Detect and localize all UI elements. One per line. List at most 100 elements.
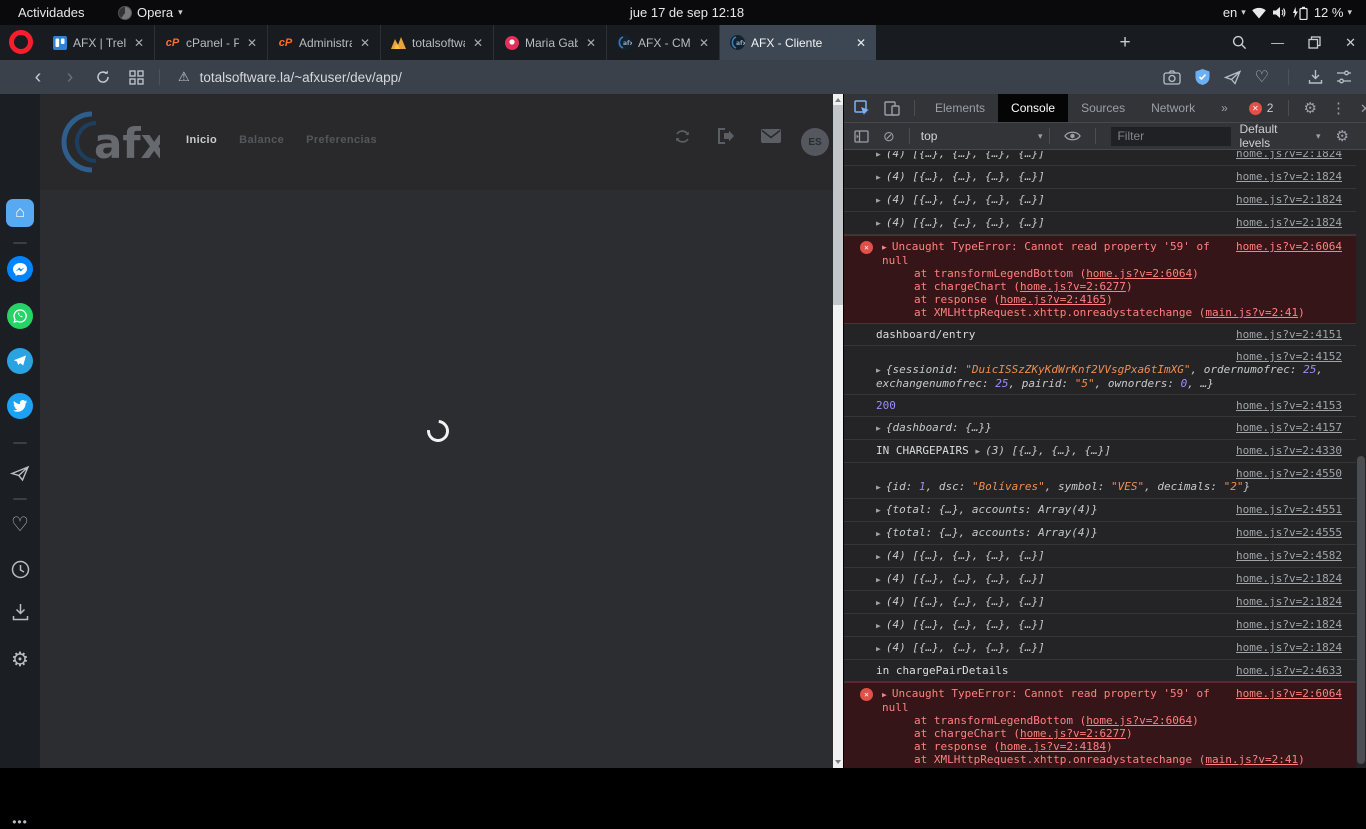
browser-tab[interactable]: cPcPanel - Principa✕: [155, 25, 268, 60]
settings-gear-icon[interactable]: ⚙: [11, 650, 29, 670]
clock[interactable]: jue 17 de sep 12:18: [612, 0, 762, 25]
source-location-link[interactable]: home.js?v=2:4153: [1236, 399, 1342, 412]
opera-app-menu[interactable]: Opera ▾: [118, 0, 183, 25]
source-location-link[interactable]: home.js?v=2:4152: [1236, 350, 1342, 363]
expand-caret-icon[interactable]: ▶: [876, 423, 881, 435]
minimize-button[interactable]: —: [1271, 35, 1284, 50]
device-toolbar-icon[interactable]: [877, 101, 907, 116]
console-sidebar-icon[interactable]: [844, 130, 876, 143]
sidebar-item-history[interactable]: [0, 560, 40, 579]
browser-tab[interactable]: cPAdministrador d✕: [268, 25, 381, 60]
source-location-link[interactable]: home.js?v=2:6064: [1086, 714, 1192, 727]
site-warning-icon[interactable]: ⚠: [178, 69, 190, 85]
expand-caret-icon[interactable]: ▶: [882, 689, 887, 701]
system-tray[interactable]: en ▾ 12 % ▾: [1223, 0, 1352, 25]
source-location-link[interactable]: home.js?v=2:1824: [1236, 618, 1342, 631]
devtools-tab-sources[interactable]: Sources: [1068, 94, 1138, 122]
scroll-down-arrow[interactable]: [835, 760, 841, 764]
console-filter-input[interactable]: [1111, 127, 1231, 146]
site-nav-balance[interactable]: Balance: [239, 134, 284, 146]
source-location-link[interactable]: main.js?v=2:41: [1205, 306, 1298, 319]
sidebar-item-bookmarks[interactable]: ♡: [0, 515, 40, 535]
avatar-language-badge[interactable]: ES: [801, 128, 829, 156]
source-location-link[interactable]: home.js?v=2:1824: [1236, 216, 1342, 229]
expand-caret-icon[interactable]: ▶: [876, 172, 881, 184]
source-location-link[interactable]: home.js?v=2:1824: [1236, 641, 1342, 654]
expand-caret-icon[interactable]: ▶: [975, 446, 980, 458]
activities-button[interactable]: Actividades: [18, 0, 84, 25]
easy-setup-tune-icon[interactable]: [1336, 70, 1352, 84]
sidebar-item-telegram[interactable]: [0, 348, 40, 374]
more-tabs-button[interactable]: »: [1208, 94, 1241, 122]
sidebar-more-icon[interactable]: •••: [12, 816, 28, 828]
expand-caret-icon[interactable]: ▶: [876, 528, 881, 540]
telegram-icon[interactable]: [7, 348, 33, 374]
source-location-link[interactable]: home.js?v=2:1824: [1236, 193, 1342, 206]
reload-button[interactable]: [86, 69, 120, 85]
tab-close-icon[interactable]: ✕: [854, 36, 868, 50]
execution-context-selector[interactable]: top ▾: [917, 129, 1043, 143]
sidebar-item-my-flow[interactable]: [0, 465, 40, 482]
source-location-link[interactable]: main.js?v=2:41: [1205, 753, 1298, 766]
sidebar-item-ellipsis[interactable]: •••: [0, 816, 40, 828]
tab-close-icon[interactable]: ✕: [358, 36, 372, 50]
source-location-link[interactable]: home.js?v=2:4157: [1236, 421, 1342, 434]
error-count-badge[interactable]: ✕ 2: [1241, 101, 1282, 115]
source-location-link[interactable]: home.js?v=2:6064: [1236, 687, 1342, 701]
language-indicator[interactable]: en ▾: [1223, 5, 1246, 20]
source-location-link[interactable]: home.js?v=2:1824: [1236, 572, 1342, 585]
sidebar-item-speed-dial[interactable]: ⌂: [0, 199, 40, 227]
messenger-icon[interactable]: [7, 256, 33, 282]
logout-icon[interactable]: [717, 128, 735, 144]
live-expression-eye-icon[interactable]: [1057, 130, 1088, 142]
page-scrollbar[interactable]: [833, 94, 843, 768]
expand-caret-icon[interactable]: ▶: [876, 597, 881, 609]
site-nav-preferencias[interactable]: Preferencias: [306, 134, 377, 146]
source-location-link[interactable]: home.js?v=2:4555: [1236, 526, 1342, 539]
my-flow-icon[interactable]: [10, 465, 30, 482]
console-scrollbar-thumb[interactable]: [1357, 456, 1365, 764]
source-location-link[interactable]: home.js?v=2:4551: [1236, 503, 1342, 516]
source-location-link[interactable]: home.js?v=2:4550: [1236, 467, 1342, 480]
twitter-icon[interactable]: [7, 393, 33, 419]
browser-tab[interactable]: afxAFX - CMS✕: [607, 25, 720, 60]
source-location-link[interactable]: home.js?v=2:1824: [1236, 151, 1342, 160]
sidebar-item-twitter[interactable]: [0, 393, 40, 419]
scroll-up-arrow[interactable]: [835, 98, 841, 102]
history-clock-icon[interactable]: [11, 560, 30, 579]
source-location-link[interactable]: home.js?v=2:6064: [1086, 267, 1192, 280]
source-location-link[interactable]: home.js?v=2:1824: [1236, 170, 1342, 183]
downloads-icon[interactable]: [12, 603, 29, 621]
source-location-link[interactable]: home.js?v=2:4151: [1236, 328, 1342, 341]
sidebar-item-downloads[interactable]: [0, 603, 40, 621]
devtools-menu-icon[interactable]: ⋮: [1324, 101, 1353, 116]
tab-close-icon[interactable]: ✕: [471, 36, 485, 50]
source-location-link[interactable]: home.js?v=2:4582: [1236, 549, 1342, 562]
console-settings-icon[interactable]: ⚙: [1329, 129, 1356, 144]
url-text[interactable]: totalsoftware.la/~afxuser/dev/app/: [200, 70, 1163, 85]
source-location-link[interactable]: home.js?v=2:4165: [1000, 293, 1106, 306]
sidebar-item-whatsapp[interactable]: [0, 303, 40, 329]
inspect-element-icon[interactable]: [844, 100, 877, 116]
expand-caret-icon[interactable]: ▶: [876, 643, 881, 655]
browser-tab[interactable]: totalsoftware.la✕: [381, 25, 494, 60]
devtools-close-icon[interactable]: ✕: [1353, 102, 1366, 115]
tab-close-icon[interactable]: ✕: [132, 36, 146, 50]
sidebar-item-messenger[interactable]: [0, 256, 40, 282]
expand-caret-icon[interactable]: ▶: [876, 574, 881, 586]
forward-button[interactable]: ›: [54, 66, 86, 89]
tab-search-icon[interactable]: [1232, 35, 1247, 50]
sync-icon[interactable]: [674, 129, 691, 144]
speed-dial-icon[interactable]: [120, 70, 153, 85]
source-location-link[interactable]: home.js?v=2:6064: [1236, 240, 1342, 254]
devtools-tab-console[interactable]: Console: [998, 94, 1068, 122]
source-location-link[interactable]: home.js?v=2:6277: [1020, 727, 1126, 740]
mail-icon[interactable]: [761, 129, 781, 143]
adblock-shield-icon[interactable]: [1194, 68, 1211, 86]
clear-console-icon[interactable]: ⊘: [876, 129, 902, 143]
source-location-link[interactable]: home.js?v=2:1824: [1236, 595, 1342, 608]
tab-close-icon[interactable]: ✕: [245, 36, 259, 50]
site-nav-inicio[interactable]: Inicio: [186, 134, 217, 146]
console-scrollbar[interactable]: [1356, 151, 1366, 768]
expand-caret-icon[interactable]: ▶: [876, 505, 881, 517]
